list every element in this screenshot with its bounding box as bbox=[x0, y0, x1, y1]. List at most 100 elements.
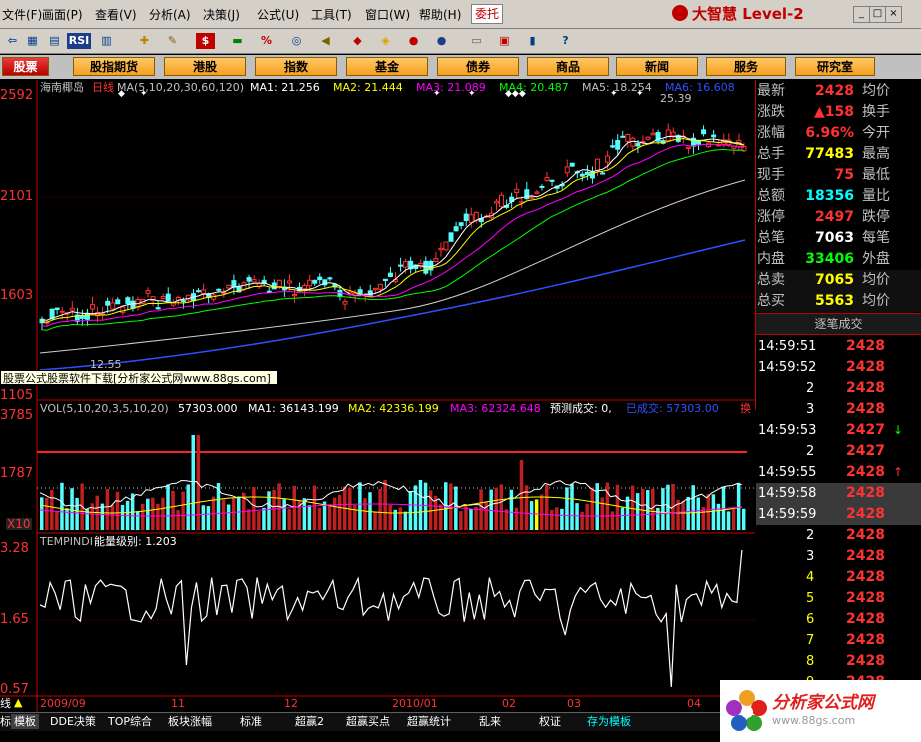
tick-price: 2428 bbox=[846, 548, 885, 564]
bookmark-icon[interactable]: ◆ bbox=[348, 33, 367, 49]
chart-area[interactable]: ◆ ✦ ✦ ✦ ◆◆◆ ✦ ✦ 海南椰岛 日线 MA(5,10,20,30,60,120) … bbox=[0, 80, 755, 712]
tab-dde[interactable]: DDE决策 bbox=[50, 714, 96, 729]
nav-research[interactable]: 研究室 bbox=[795, 57, 875, 76]
volume-bar bbox=[539, 494, 544, 530]
menu-analysis[interactable]: 分析(A) bbox=[149, 6, 191, 23]
expand-arrow-icon[interactable]: ▲ bbox=[14, 697, 22, 709]
cash-icon[interactable]: ▬ bbox=[228, 33, 247, 49]
help-icon[interactable]: ? bbox=[556, 33, 575, 49]
quote-row: 总额 18356 量比 bbox=[756, 186, 921, 207]
tab-warrant[interactable]: 权证 bbox=[539, 714, 561, 729]
close-button[interactable]: × bbox=[885, 6, 902, 23]
volume-bar bbox=[651, 488, 655, 530]
candle bbox=[635, 143, 641, 147]
trend-icon[interactable]: ▤ bbox=[45, 33, 64, 49]
candle bbox=[292, 294, 297, 297]
flag-icon[interactable]: ● bbox=[404, 33, 423, 49]
bottom-tab-bar: 标 模板 DDE决策 TOP综合 板块涨幅 标准 超赢2 超赢买点 超赢统计 乱… bbox=[0, 712, 755, 742]
volume-bar bbox=[176, 510, 180, 530]
price-axis-label: 2101 bbox=[0, 189, 34, 204]
ruler-icon[interactable]: ✎ bbox=[163, 33, 182, 49]
volume-bar bbox=[741, 508, 746, 530]
tab-prefix[interactable]: 标 bbox=[0, 714, 11, 729]
volume-bar bbox=[570, 483, 574, 530]
nav-service[interactable]: 服务 bbox=[706, 57, 786, 76]
chart-canvas[interactable]: ◆ ✦ ✦ ✦ ◆◆◆ ✦ ✦ bbox=[0, 80, 755, 712]
volume-bar bbox=[75, 497, 79, 530]
tab-buy-point[interactable]: 超赢买点 bbox=[346, 714, 390, 729]
menu-window[interactable]: 窗口(W) bbox=[365, 6, 410, 23]
back-icon[interactable]: ⇦ bbox=[3, 33, 22, 49]
volume-bar bbox=[514, 507, 519, 530]
menu-help[interactable]: 帮助(H) bbox=[419, 6, 461, 23]
candle bbox=[615, 140, 621, 150]
kline-icon[interactable]: ▦ bbox=[23, 33, 42, 49]
volume-bar bbox=[282, 499, 286, 530]
nav-hk-stocks[interactable]: 港股 bbox=[164, 57, 246, 76]
entrust-button[interactable]: 委托 bbox=[471, 4, 503, 24]
menu-view[interactable]: 查看(V) bbox=[95, 6, 137, 23]
tab-luanlai[interactable]: 乱来 bbox=[479, 714, 501, 729]
ad-banner[interactable]: 股票公式股票软件下载[分析家公式网www.88gs.com] bbox=[0, 370, 278, 385]
tick-row: 3 2428 bbox=[756, 399, 921, 420]
quote-row: 涨跌 ▲158 换手 bbox=[756, 102, 921, 123]
volume-bar bbox=[206, 506, 211, 530]
candle bbox=[276, 279, 282, 288]
volume-bar bbox=[726, 511, 731, 530]
volume-bar bbox=[363, 498, 367, 530]
rsi-icon[interactable]: RSI bbox=[67, 33, 91, 49]
candle bbox=[630, 137, 636, 147]
horn-icon[interactable]: ◀ bbox=[316, 33, 335, 49]
menu-formula[interactable]: 公式(U) bbox=[257, 6, 299, 23]
menu-tools[interactable]: 工具(T) bbox=[311, 6, 352, 23]
tick-row: 14:59:59 2428 bbox=[756, 504, 921, 525]
candle bbox=[382, 278, 388, 282]
nav-news[interactable]: 新闻 bbox=[616, 57, 698, 76]
print-icon[interactable]: ▭ bbox=[467, 33, 486, 49]
tab-chaoying2[interactable]: 超赢2 bbox=[295, 714, 324, 729]
nav-stocks[interactable]: 股票 bbox=[2, 57, 49, 76]
vol-ma3: MA3: 62324.648 bbox=[450, 402, 541, 415]
volume-bar bbox=[231, 497, 236, 530]
tab-save-template[interactable]: 存为模板 bbox=[587, 714, 631, 729]
minimize-button[interactable]: _ bbox=[853, 6, 870, 23]
quote-value: 75 bbox=[834, 167, 854, 183]
nav-index-futures[interactable]: 股指期货 bbox=[73, 57, 155, 76]
maximize-button[interactable]: □ bbox=[869, 6, 886, 23]
nav-fund[interactable]: 基金 bbox=[346, 57, 428, 76]
bar-icon[interactable]: ▮ bbox=[523, 33, 542, 49]
tick-time: 2 bbox=[806, 528, 815, 543]
diamond-icon[interactable]: ◈ bbox=[376, 33, 395, 49]
tab-top[interactable]: TOP综合 bbox=[108, 714, 152, 729]
globe-icon[interactable]: ● bbox=[432, 33, 451, 49]
binoculars-icon[interactable]: ◎ bbox=[287, 33, 306, 49]
vol-value: 57303.000 bbox=[178, 402, 238, 415]
stock-name: 海南椰岛 bbox=[40, 81, 84, 94]
brand-logo: 大智慧 Level-2 bbox=[672, 3, 822, 25]
candle bbox=[665, 129, 671, 142]
nav-bond[interactable]: 债券 bbox=[437, 57, 519, 76]
menu-screen[interactable]: 画面(P) bbox=[42, 6, 83, 23]
volume-bar bbox=[438, 504, 443, 530]
volume-bar bbox=[252, 487, 256, 530]
tab-template[interactable]: 模板 bbox=[11, 714, 39, 729]
menu-decision[interactable]: 决策(J) bbox=[203, 6, 240, 23]
tick-row: 2 2427 bbox=[756, 441, 921, 462]
tab-stats[interactable]: 超赢统计 bbox=[407, 714, 451, 729]
menu-file[interactable]: 文件(F) bbox=[2, 6, 42, 23]
crosshair-icon[interactable]: ✚ bbox=[135, 33, 154, 49]
tab-standard[interactable]: 标准 bbox=[240, 714, 262, 729]
candle bbox=[696, 140, 701, 145]
down-arrow-icon: ↓ bbox=[893, 423, 904, 437]
candle bbox=[165, 293, 171, 302]
tab-sector[interactable]: 板块涨幅 bbox=[168, 714, 212, 729]
window-icon[interactable]: ▣ bbox=[495, 33, 514, 49]
nav-index[interactable]: 指数 bbox=[255, 57, 337, 76]
finance-icon[interactable]: $ bbox=[196, 33, 215, 49]
nav-commodity[interactable]: 商品 bbox=[527, 57, 609, 76]
tick-row: 2 2428 bbox=[756, 525, 921, 546]
line-mode-label[interactable]: 线 bbox=[0, 698, 11, 710]
percent-icon[interactable]: % bbox=[257, 33, 276, 49]
ma-header: MA(5,10,20,30,60,120) bbox=[117, 81, 245, 94]
report-icon[interactable]: ▥ bbox=[97, 33, 116, 49]
